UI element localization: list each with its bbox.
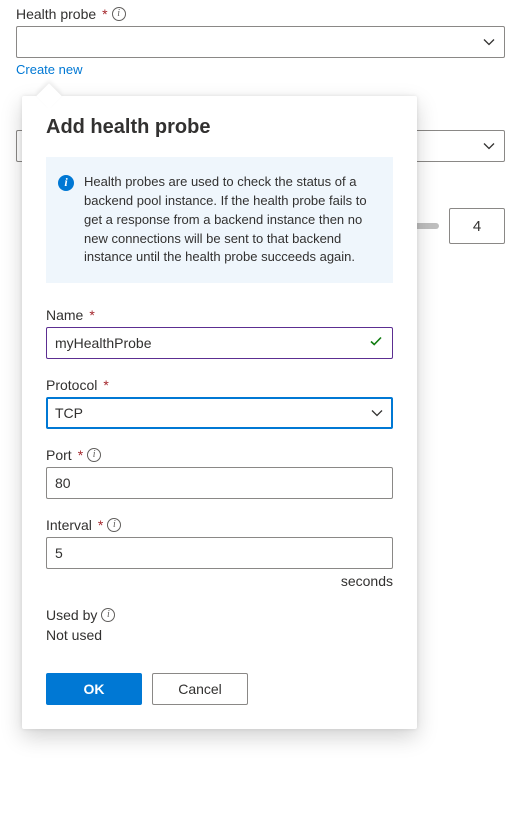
interval-unit: seconds [46,573,393,589]
used-by-label: Used by i [46,607,393,623]
ok-button[interactable]: OK [46,673,142,705]
used-by-label-text: Used by [46,607,97,623]
required-asterisk: * [102,6,107,22]
slider-value: 4 [473,218,481,235]
chevron-down-icon [370,406,384,420]
protocol-value: TCP [55,405,83,421]
protocol-label-text: Protocol [46,377,97,393]
check-icon [368,333,384,354]
info-banner: i Health probes are used to check the st… [46,157,393,283]
port-input[interactable]: 80 [46,467,393,499]
interval-label-text: Interval [46,517,92,533]
interval-label: Interval * i [46,517,393,533]
ok-button-label: OK [84,681,105,697]
protocol-dropdown[interactable]: TCP [46,397,393,429]
slider-value-box[interactable]: 4 [449,208,505,244]
info-icon[interactable]: i [87,448,101,462]
info-icon[interactable]: i [112,7,126,21]
required-asterisk: * [89,307,94,323]
background-slider-row: 4 [411,208,505,244]
port-value: 80 [55,475,71,491]
used-by-value: Not used [46,627,393,643]
name-label: Name * [46,307,393,323]
health-probe-label: Health probe * i [16,6,505,22]
info-icon[interactable]: i [101,608,115,622]
required-asterisk: * [78,447,83,463]
create-new-link[interactable]: Create new [16,62,82,77]
flyout-title: Add health probe [46,116,393,139]
health-probe-label-text: Health probe [16,6,96,22]
health-probe-dropdown[interactable] [16,26,505,58]
name-input-value: myHealthProbe [55,335,152,351]
required-asterisk: * [98,517,103,533]
required-asterisk: * [103,377,108,393]
chevron-down-icon [482,139,496,153]
port-label-text: Port [46,447,72,463]
info-icon: i [58,175,74,191]
interval-value: 5 [55,545,63,561]
cancel-button-label: Cancel [178,681,222,697]
add-health-probe-flyout: Add health probe i Health probes are use… [22,96,417,729]
name-label-text: Name [46,307,83,323]
info-icon[interactable]: i [107,518,121,532]
info-banner-text: Health probes are used to check the stat… [84,173,377,267]
protocol-label: Protocol * [46,377,393,393]
port-label: Port * i [46,447,393,463]
cancel-button[interactable]: Cancel [152,673,248,705]
name-input[interactable]: myHealthProbe [46,327,393,359]
interval-input[interactable]: 5 [46,537,393,569]
chevron-down-icon [482,35,496,49]
